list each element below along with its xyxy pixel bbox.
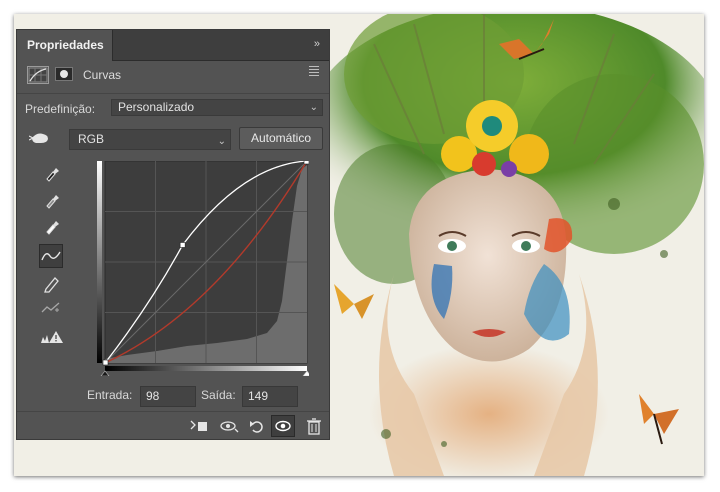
input-field[interactable]: 98	[140, 386, 196, 407]
chevron-down-icon: ⌄	[309, 102, 318, 113]
eyedropper-black-icon[interactable]	[39, 163, 63, 183]
curve-point-selected	[179, 242, 186, 248]
output-gradient-bar	[97, 161, 102, 363]
panel-tab-bar: Propriedades »	[17, 30, 329, 61]
curves-adjustment-icon[interactable]	[27, 66, 49, 84]
eyedropper-gray-icon[interactable]	[39, 190, 63, 210]
output-field[interactable]: 149	[242, 386, 298, 407]
smooth-curve-icon[interactable]	[39, 298, 63, 318]
divider	[17, 93, 329, 94]
curve-point-black	[102, 359, 109, 366]
input-label: Entrada:	[87, 388, 133, 402]
clip-to-layer-icon[interactable]	[189, 417, 209, 435]
collapse-panel-icon[interactable]: »	[314, 38, 320, 50]
channel-dropdown[interactable]: RGB ⌄	[69, 129, 231, 150]
pencil-icon[interactable]	[39, 273, 63, 293]
visibility-eye-icon[interactable]	[271, 415, 295, 437]
panel-footer	[17, 411, 329, 440]
tab-properties[interactable]: Propriedades	[17, 30, 113, 61]
clipping-warning-icon[interactable]	[39, 327, 63, 347]
targeted-adjustment-hand-icon[interactable]	[29, 131, 51, 145]
adjustment-title: Curvas	[83, 68, 122, 82]
preset-dropdown[interactable]: Personalizado ⌄	[111, 99, 323, 116]
layer-mask-icon[interactable]	[55, 67, 73, 81]
eyedropper-white-icon[interactable]	[39, 216, 63, 236]
chevron-down-icon: ⌄	[217, 136, 226, 147]
preset-value: Personalizado	[118, 100, 195, 114]
trash-icon[interactable]	[304, 417, 324, 435]
output-label: Saída:	[201, 388, 236, 402]
panel-menu-icon[interactable]	[309, 66, 319, 78]
white-point-slider	[302, 370, 309, 376]
auto-button[interactable]: Automático	[239, 127, 323, 150]
input-gradient-bar	[105, 366, 307, 371]
curve-point-white	[303, 161, 309, 165]
channel-value: RGB	[78, 132, 105, 146]
reset-icon[interactable]	[247, 417, 267, 435]
preset-label: Predefinição:	[25, 102, 96, 116]
black-point-slider	[100, 370, 110, 376]
properties-panel: Propriedades » Curvas Predefinição: Pers…	[16, 29, 330, 440]
view-previous-state-icon[interactable]	[219, 417, 239, 435]
curve-points-icon[interactable]	[39, 244, 63, 268]
curves-graph[interactable]	[97, 161, 309, 376]
